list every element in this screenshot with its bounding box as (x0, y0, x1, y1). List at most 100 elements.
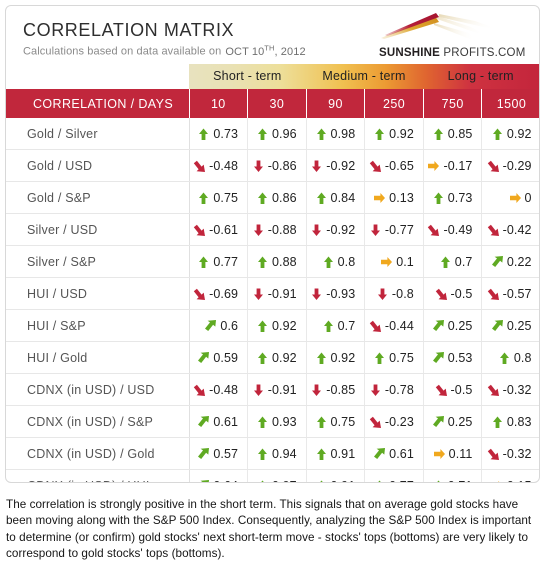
right-arrow-icon (509, 192, 522, 204)
correlation-cell: 0.8 (481, 341, 539, 374)
header-days-30[interactable]: 30 (247, 89, 307, 118)
correlation-cell: -0.91 (247, 277, 307, 310)
down-arrow-icon (310, 224, 323, 236)
row-label: Gold / Silver (6, 118, 190, 150)
right-arrow-icon (427, 160, 440, 172)
correlation-cell: -0.92 (306, 213, 366, 246)
correlation-cell: 0.94 (247, 437, 307, 470)
correlation-cell: -0.57 (481, 277, 539, 310)
correlation-value: -0.85 (326, 382, 356, 397)
correlation-cell: -0.65 (364, 149, 424, 182)
correlation-table: CORRELATION / DAYS 10 30 90 250 750 1500… (6, 89, 539, 483)
row-label: Gold / USD (6, 149, 190, 182)
up-arrow-icon (432, 128, 445, 140)
correlation-cell: -0.88 (247, 213, 307, 246)
up-arrow-icon (432, 480, 445, 482)
up-right-arrow-icon (197, 351, 210, 364)
correlation-value: 0.92 (506, 126, 532, 141)
down-right-arrow-icon (487, 160, 500, 172)
up-arrow-icon (256, 256, 269, 268)
correlation-cell: 0.93 (247, 405, 307, 438)
correlation-value: 0 (524, 190, 532, 205)
correlation-value: 0.6 (220, 318, 239, 333)
correlation-cell: 0.97 (247, 469, 307, 482)
correlation-cell: 0.75 (306, 405, 366, 438)
term-band-long: Long - term (447, 69, 514, 83)
up-arrow-icon (498, 352, 511, 364)
up-arrow-icon (315, 192, 328, 204)
header-days-1500[interactable]: 1500 (481, 89, 539, 118)
correlation-value: -0.48 (209, 382, 239, 397)
header-days-90[interactable]: 90 (306, 89, 366, 118)
correlation-cell: -0.49 (423, 213, 483, 246)
correlation-cell: -0.93 (306, 277, 366, 310)
row-label: Silver / S&P (6, 245, 190, 278)
correlation-value: -0.29 (502, 158, 532, 173)
term-band-row: Short - term Medium - term Long - term (189, 64, 539, 89)
panel-subtitle: Calculations based on data available on O… (23, 43, 306, 58)
correlation-value: 0.59 (213, 350, 239, 365)
down-right-arrow-icon (435, 288, 448, 300)
correlation-value: -0.86 (267, 158, 297, 173)
up-arrow-icon (322, 256, 335, 268)
correlation-value: 0.96 (271, 126, 297, 141)
table-row: Silver / S&P 0.77 0.88 0.8 0.1 0.7 0.22 (6, 245, 539, 278)
up-arrow-icon (197, 192, 210, 204)
right-arrow-icon (491, 480, 504, 482)
correlation-cell: -0.69 (189, 277, 249, 310)
header-days-750[interactable]: 750 (423, 89, 483, 118)
correlation-value: -0.92 (326, 222, 356, 237)
correlation-cell: -0.61 (189, 213, 249, 246)
up-right-arrow-icon (197, 447, 210, 460)
up-arrow-icon (439, 256, 452, 268)
correlation-value: 0.11 (448, 446, 473, 461)
correlation-value: 0.91 (330, 446, 356, 461)
table-row: CDNX (in USD) / USD -0.48 -0.91 -0.85 -0.78 -… (6, 373, 539, 406)
correlation-cell: 0.86 (247, 181, 307, 214)
correlation-value: 0.75 (389, 350, 414, 365)
down-arrow-icon (369, 384, 382, 396)
correlation-cell: 0.71 (423, 469, 483, 483)
row-label: HUI / Gold (6, 341, 190, 374)
correlation-value: 0.92 (271, 350, 297, 365)
correlation-value: 0.71 (448, 479, 473, 483)
correlation-value: -0.23 (384, 414, 414, 429)
correlation-cell: 0.13 (364, 181, 424, 214)
up-right-arrow-icon (432, 351, 445, 364)
correlation-value: -0.77 (384, 222, 414, 237)
up-right-arrow-icon (491, 255, 504, 268)
correlation-cell: 0.84 (306, 181, 366, 214)
correlation-cell: 0.92 (247, 309, 307, 342)
header-days-250[interactable]: 250 (364, 89, 424, 118)
logo-brand-light: PROFITS.COM (440, 47, 526, 59)
correlation-cell: 0.92 (306, 341, 366, 374)
correlation-cell: 0.57 (189, 437, 249, 470)
correlation-value: -0.32 (502, 382, 532, 397)
correlation-cell: 0.75 (189, 181, 249, 214)
correlation-cell: -0.48 (189, 373, 249, 406)
down-right-arrow-icon (193, 288, 206, 300)
correlation-cell: -0.29 (481, 149, 539, 182)
header-days-10[interactable]: 10 (189, 89, 249, 118)
down-right-arrow-icon (487, 224, 500, 236)
correlation-value: -0.61 (209, 222, 239, 237)
logo-brand-bold: SUNSHINE (379, 47, 441, 59)
up-arrow-icon (256, 416, 269, 428)
correlation-value: 0.92 (389, 126, 414, 141)
correlation-cell: 0.15 (482, 470, 539, 482)
correlation-value: 0.61 (213, 414, 239, 429)
sunshine-profits-logo[interactable]: SUNSHINE PROFITS.COM (371, 12, 531, 60)
down-right-arrow-icon (193, 160, 206, 172)
correlation-cell: 0.92 (364, 118, 424, 150)
correlation-cell: 0.92 (481, 118, 539, 150)
correlation-value: -0.69 (209, 286, 239, 301)
table-row: CDNX (in USD) / Gold 0.57 0.94 0.91 0.61 0.11… (6, 437, 539, 470)
down-right-arrow-icon (369, 416, 382, 428)
down-arrow-icon (252, 384, 265, 396)
correlation-value: 0.98 (330, 126, 356, 141)
correlation-cell: -0.91 (247, 373, 307, 406)
correlation-value: 0.25 (506, 318, 532, 333)
row-label: Gold / S&P (6, 181, 190, 214)
correlation-value: 0.57 (213, 446, 239, 461)
correlation-cell: 0.98 (306, 118, 366, 150)
